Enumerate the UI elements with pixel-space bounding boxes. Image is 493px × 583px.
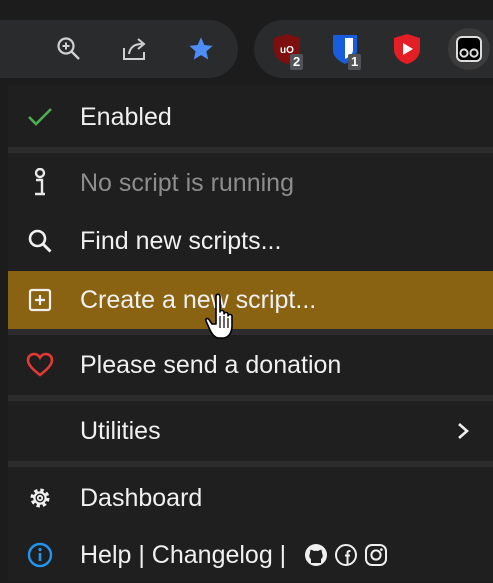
no-script-running-item: No script is running bbox=[8, 153, 493, 213]
create-new-script-item[interactable]: Create a new script... bbox=[8, 271, 493, 329]
donation-item[interactable]: Please send a donation bbox=[8, 335, 493, 395]
heart-icon bbox=[22, 347, 58, 383]
zoom-icon[interactable] bbox=[52, 32, 86, 66]
dashboard-item[interactable]: Dashboard bbox=[8, 469, 493, 527]
help-changelog-item: Help | Changelog | bbox=[8, 527, 493, 583]
ublock-origin-icon[interactable]: uO 2 bbox=[268, 30, 306, 70]
hand-pointer-cursor bbox=[204, 292, 244, 347]
bitwarden-icon[interactable]: 1 bbox=[326, 30, 364, 70]
tampermonkey-popup-menu: Enabled No script is running Find new sc… bbox=[8, 85, 493, 581]
checkmark-icon bbox=[22, 99, 58, 135]
ublock-badge: 2 bbox=[290, 54, 304, 70]
extensions-strip: uO 2 1 bbox=[254, 20, 493, 78]
dashboard-label: Dashboard bbox=[80, 483, 203, 512]
bookmark-star-icon[interactable] bbox=[184, 32, 218, 66]
create-script-label: Create a new script... bbox=[80, 285, 317, 314]
no-script-label: No script is running bbox=[80, 168, 294, 197]
omnibox-right-end bbox=[0, 20, 238, 78]
help-changelog-label[interactable]: Help | Changelog | bbox=[80, 541, 286, 570]
github-icon[interactable] bbox=[304, 543, 328, 567]
instagram-icon[interactable] bbox=[364, 543, 388, 567]
find-new-scripts-item[interactable]: Find new scripts... bbox=[8, 211, 493, 271]
youtube-extension-icon[interactable] bbox=[388, 30, 426, 68]
plus-square-icon bbox=[22, 282, 58, 318]
share-icon[interactable] bbox=[118, 32, 152, 66]
donation-label: Please send a donation bbox=[80, 350, 342, 379]
find-scripts-label: Find new scripts... bbox=[80, 226, 282, 255]
search-icon bbox=[22, 223, 58, 259]
gear-icon bbox=[22, 480, 58, 516]
info-i-icon bbox=[22, 165, 58, 201]
enabled-toggle[interactable]: Enabled bbox=[8, 87, 493, 147]
divider bbox=[8, 461, 493, 467]
tampermonkey-icon[interactable] bbox=[448, 28, 490, 70]
utilities-item[interactable]: Utilities bbox=[8, 401, 493, 461]
bitwarden-badge: 1 bbox=[348, 54, 362, 70]
chevron-right-icon bbox=[451, 419, 475, 443]
facebook-icon[interactable] bbox=[334, 543, 358, 567]
utilities-label: Utilities bbox=[80, 416, 161, 445]
browser-toolbar: uO 2 1 bbox=[0, 0, 493, 85]
enabled-label: Enabled bbox=[80, 102, 172, 131]
info-circle-icon bbox=[22, 537, 58, 573]
